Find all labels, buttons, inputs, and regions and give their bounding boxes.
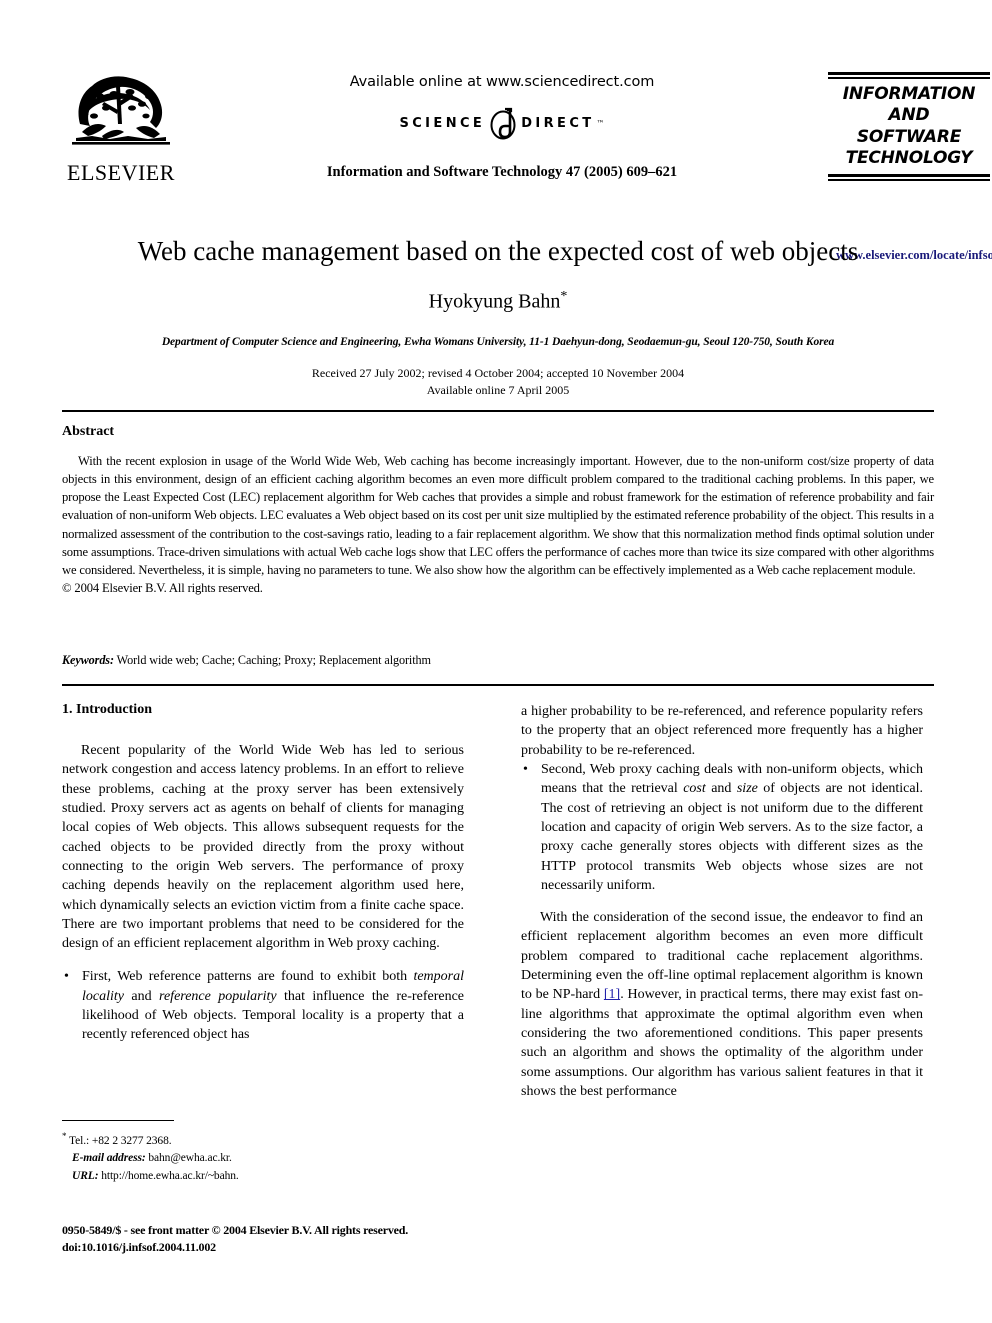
bullet2-emphasis-1: cost: [683, 781, 706, 797]
keywords-bottom-rule: [62, 684, 934, 686]
journal-box-line-4: TECHNOLOGY: [845, 148, 973, 169]
journal-reference: Information and Software Technology 47 (…: [326, 164, 678, 180]
paragraph2-text-2: . However, in practical terms, there may…: [521, 987, 923, 1099]
journal-box-line-1: INFORMATION: [842, 84, 976, 104]
bullet2-emphasis-2: size: [736, 781, 758, 797]
sciencedirect-word-science: SCIENCE: [399, 115, 486, 131]
footnote-url: URL: http://home.ewha.ac.kr/~bahn.: [62, 1168, 464, 1185]
abstract-section: Abstract With the recent explosion in us…: [62, 424, 934, 597]
abstract-body: With the recent explosion in usage of th…: [62, 454, 934, 577]
bullet-list-right: Second, Web proxy caching deals with non…: [521, 760, 923, 895]
received-line: Received 27 July 2002; revised 4 October…: [311, 365, 685, 380]
sciencedirect-word-direct: DIRECT: [521, 115, 595, 131]
tel-value: +82 2 3277 2368.: [91, 1134, 172, 1147]
bullet-list-left: First, Web reference patterns are found …: [62, 967, 464, 1044]
journal-logo-box: INFORMATION AND SOFTWARE TECHNOLOGY: [828, 72, 990, 181]
bullet2-text-3: of objects are not identical. The cost o…: [541, 781, 924, 893]
bullet1-emphasis-2: reference popularity: [159, 988, 277, 1004]
bullet2-text-2: and: [705, 781, 737, 797]
footnote-block: * Tel.: +82 2 3277 2368. E-mail address:…: [62, 1120, 464, 1185]
trademark-icon: ™: [596, 118, 605, 128]
footnote-rule: [62, 1120, 174, 1121]
list-item-second-issue: Second, Web proxy caching deals with non…: [521, 760, 923, 895]
page-title: Web cache management based on the expect…: [137, 236, 859, 266]
available-online-line: Available online 7 April 2005: [426, 383, 570, 398]
paper-page: ELSEVIER Available online at www.science…: [0, 0, 992, 1323]
sciencedirect-logo: SCIENCE DIRECT ™: [262, 106, 742, 140]
list-item-first-issue: First, Web reference patterns are found …: [62, 967, 464, 1044]
citation-link-1[interactable]: [1]: [604, 987, 620, 1002]
imprint-block: 0950-5849/$ - see front matter © 2004 El…: [62, 1222, 492, 1257]
bullet1-text-2: and: [124, 988, 160, 1004]
column-left: 1. Introduction Recent popularity of the…: [62, 702, 464, 1058]
paragraph-intro-1: Recent popularity of the World Wide Web …: [62, 743, 464, 952]
email-value[interactable]: bahn@ewha.ac.kr.: [148, 1152, 231, 1164]
title-block: Web cache management based on the expect…: [62, 236, 934, 399]
sciencedirect-available-line: Available online at www.sciencedirect.co…: [349, 74, 655, 90]
url-label: URL:: [72, 1169, 99, 1182]
elsevier-tree-icon: [72, 76, 170, 145]
masthead: ELSEVIER Available online at www.science…: [62, 62, 992, 262]
paragraph-intro-2: With the consideration of the second iss…: [521, 908, 923, 1101]
keywords-label: Keywords:: [62, 653, 114, 667]
column-right: a higher probability to be re-referenced…: [521, 702, 923, 1115]
author-footnote-marker[interactable]: *: [560, 289, 567, 304]
abstract-top-rule: [62, 410, 934, 412]
email-label: E-mail address:: [72, 1152, 146, 1165]
journal-box-bottom-rule: [828, 173, 990, 181]
sciencedirect-block: Available online at www.sciencedirect.co…: [262, 74, 742, 140]
imprint-line-1: 0950-5849/$ - see front matter © 2004 El…: [62, 1223, 409, 1237]
bullet1-text-1: First, Web reference patterns are found …: [82, 969, 414, 985]
keywords-value: World wide web; Cache; Caching; Proxy; R…: [116, 653, 431, 667]
tel-label: Tel.:: [68, 1134, 90, 1147]
journal-box-line-2: AND: [888, 105, 930, 126]
author-name: Hyokyung Bahn*: [62, 289, 934, 314]
elsevier-logo: ELSEVIER: [62, 64, 180, 192]
journal-box-top-rule: [828, 72, 990, 79]
author-label: Hyokyung Bahn: [428, 290, 561, 313]
footnote-marker: *: [62, 1131, 67, 1141]
sciencedirect-d-icon: [486, 106, 520, 140]
paragraph-continuation: a higher probability to be re-referenced…: [521, 704, 923, 758]
footnote-email: E-mail address: bahn@ewha.ac.kr.: [62, 1150, 464, 1167]
abstract-copyright: © 2004 Elsevier B.V. All rights reserved…: [62, 580, 263, 595]
keywords-line: Keywords: World wide web; Cache; Caching…: [62, 653, 934, 668]
abstract-heading: Abstract: [62, 424, 115, 439]
publication-dates: Received 27 July 2002; revised 4 October…: [62, 365, 934, 400]
footnote-telephone: * Tel.: +82 2 3277 2368.: [62, 1130, 464, 1150]
imprint-line-2: doi:10.1016/j.infsof.2004.11.002: [62, 1240, 216, 1255]
section-heading-introduction: 1. Introduction: [62, 702, 152, 717]
journal-box-line-3: SOFTWARE: [856, 126, 962, 147]
author-affiliation: Department of Computer Science and Engin…: [161, 335, 835, 348]
elsevier-wordmark: ELSEVIER: [67, 160, 175, 185]
url-value[interactable]: http://home.ewha.ac.kr/~bahn.: [101, 1170, 239, 1182]
